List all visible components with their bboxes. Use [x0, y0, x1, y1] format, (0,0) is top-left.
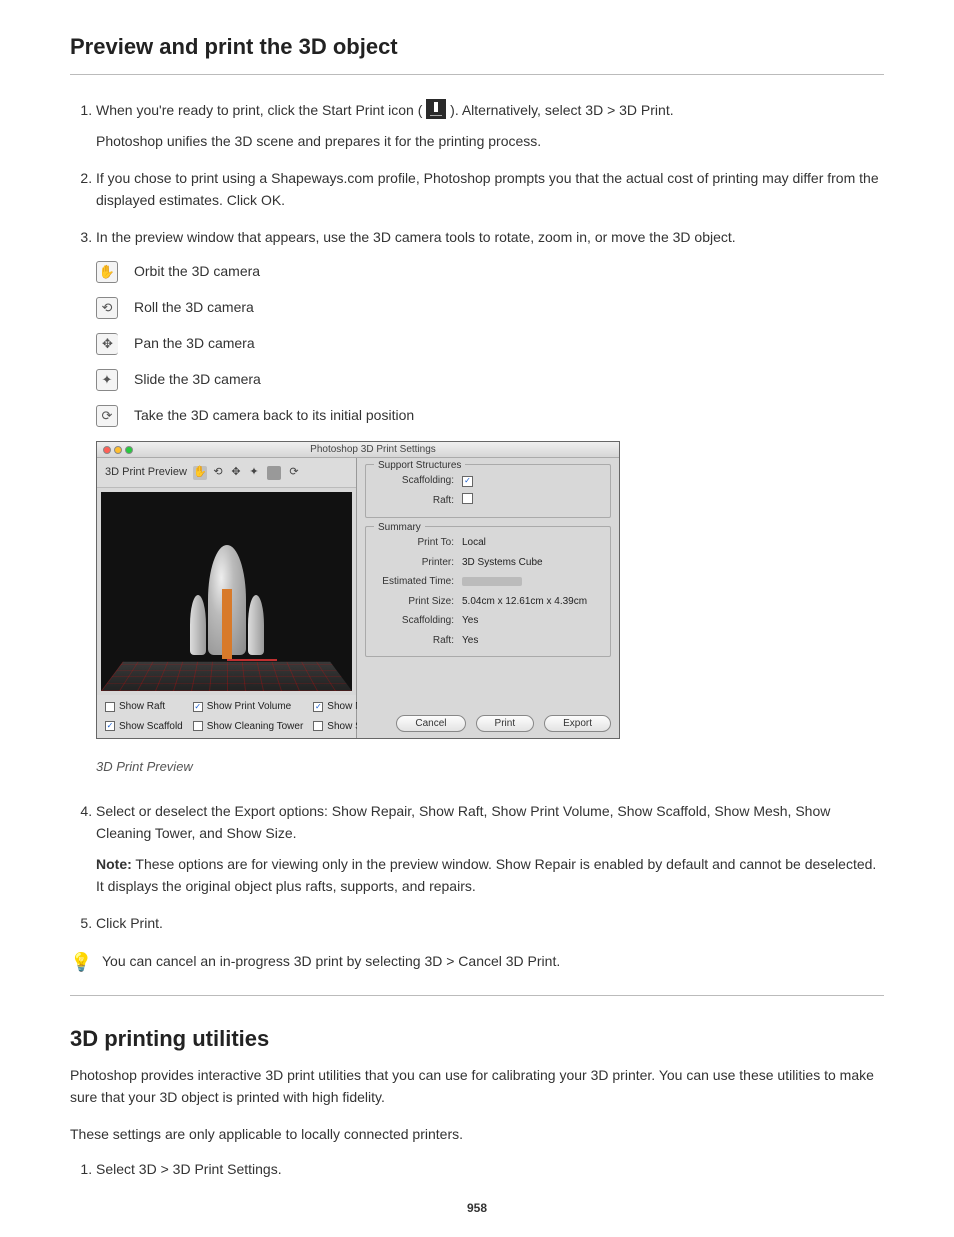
estimated-time-progress — [462, 577, 522, 586]
sum-size-v: 5.04cm x 12.61cm x 4.39cm — [462, 594, 602, 610]
sum-scaff-v: Yes — [462, 613, 602, 629]
note-body: These options are for viewing only in th… — [96, 856, 876, 894]
section-2-intro: Photoshop provides interactive 3D print … — [70, 1064, 884, 1109]
sum-raft-v: Yes — [462, 633, 602, 649]
dialog-title: Photoshop 3D Print Settings — [133, 442, 613, 458]
tip-text: You can cancel an in-progress 3D print b… — [102, 951, 560, 973]
tb-pan-icon[interactable]: ✥ — [229, 466, 243, 480]
summary-group-title: Summary — [374, 520, 425, 536]
step-3-text: In the preview window that appears, use … — [96, 229, 736, 245]
minimize-icon[interactable] — [114, 446, 122, 454]
step-1-pre: When you're ready to print, click the St… — [96, 102, 422, 118]
preview-toolbar: 3D Print Preview ✋ ⟲ ✥ ✦ ⟳ — [97, 458, 356, 488]
sum-scaff-k: Scaffolding: — [374, 613, 454, 629]
divider-2 — [70, 995, 884, 996]
sum-printer-k: Printer: — [374, 555, 454, 571]
tool-pan: ✥ Pan the 3D camera — [96, 333, 884, 355]
orbit-camera-icon: ✋ — [96, 261, 118, 283]
sum-size-k: Print Size: — [374, 594, 454, 610]
step-1-note: Photoshop unifies the 3D scene and prepa… — [96, 130, 884, 152]
tool-pan-label: Pan the 3D camera — [134, 333, 255, 355]
summary-group: Summary Print To: Local Printer: 3D Syst… — [365, 526, 611, 657]
section-2-title: 3D printing utilities — [70, 1026, 884, 1052]
step-3: In the preview window that appears, use … — [96, 227, 884, 777]
tb-orbit-icon[interactable]: ✋ — [193, 466, 207, 480]
toolbar-separator — [267, 466, 281, 480]
raft-checkbox[interactable] — [462, 493, 473, 504]
cb-show-raft[interactable]: Show Raft — [105, 699, 183, 715]
tool-slide: ✦ Slide the 3D camera — [96, 369, 884, 391]
step-1: When you're ready to print, click the St… — [96, 99, 884, 152]
s2-step-1: Select 3D > 3D Print Settings. — [96, 1159, 884, 1181]
scaffolding-label: Scaffolding: — [374, 473, 454, 489]
tip-row: 💡 You can cancel an in-progress 3D print… — [70, 951, 884, 973]
cb-show-cleaning-tower[interactable]: Show Cleaning Tower — [193, 719, 304, 735]
close-icon[interactable] — [103, 446, 111, 454]
sum-est-k: Estimated Time: — [374, 574, 454, 590]
dialog-buttons: Cancel Print Export — [365, 707, 611, 732]
section-2-intro2: These settings are only applicable to lo… — [70, 1123, 884, 1145]
print-settings-dialog: Photoshop 3D Print Settings 3D Print Pre… — [96, 441, 620, 739]
preview-viewport[interactable] — [101, 492, 352, 691]
support-group-title: Support Structures — [374, 458, 465, 474]
support-group: Support Structures Scaffolding: ✓ Raft: — [365, 464, 611, 518]
roll-camera-icon: ⟲ — [96, 297, 118, 319]
step-4-text: Select or deselect the Export options: S… — [96, 803, 830, 841]
pan-camera-icon: ✥ — [96, 333, 118, 355]
tool-orbit: ✋ Orbit the 3D camera — [96, 261, 884, 283]
steps-list: When you're ready to print, click the St… — [70, 99, 884, 935]
tb-slide-icon[interactable]: ✦ — [247, 466, 261, 480]
sum-printer-v: 3D Systems Cube — [462, 555, 602, 571]
cb-show-scaffold[interactable]: ✓Show Scaffold — [105, 719, 183, 735]
export-button[interactable]: Export — [544, 715, 611, 732]
page-number: 958 — [0, 1201, 954, 1215]
step-1-post: ). Alternatively, select 3D > 3D Print. — [450, 102, 673, 118]
section-title: Preview and print the 3D object — [70, 34, 884, 60]
tool-slide-label: Slide the 3D camera — [134, 369, 261, 391]
scaffolding-checkbox[interactable]: ✓ — [462, 476, 473, 487]
raft-label: Raft: — [374, 493, 454, 509]
sum-raft-k: Raft: — [374, 633, 454, 649]
print-button[interactable]: Print — [476, 715, 535, 732]
preview-toolbar-label: 3D Print Preview — [105, 464, 187, 481]
tool-roll: ⟲ Roll the 3D camera — [96, 297, 884, 319]
start-print-icon — [426, 99, 446, 119]
camera-tools-list: ✋ Orbit the 3D camera ⟲ Roll the 3D came… — [96, 261, 884, 427]
sum-print-to-v: Local — [462, 535, 602, 551]
tool-orbit-label: Orbit the 3D camera — [134, 261, 260, 283]
divider — [70, 74, 884, 75]
sum-est-v — [462, 577, 602, 586]
rocket-model — [208, 545, 246, 655]
step-5: Click Print. — [96, 913, 884, 935]
cb-show-print-volume[interactable]: ✓Show Print Volume — [193, 699, 304, 715]
reset-camera-icon: ⟳ — [96, 405, 118, 427]
zoom-icon[interactable] — [125, 446, 133, 454]
sum-print-to-k: Print To: — [374, 535, 454, 551]
preview-toggles: Show Raft ✓Show Print Volume ✓Show Mesh … — [97, 695, 356, 738]
tb-roll-icon[interactable]: ⟲ — [211, 466, 225, 480]
tool-reset-label: Take the 3D camera back to its initial p… — [134, 405, 414, 427]
section-2-list: Select 3D > 3D Print Settings. — [70, 1159, 884, 1181]
screenshot-caption: 3D Print Preview — [96, 757, 884, 777]
tip-icon: 💡 — [70, 951, 88, 973]
tool-reset: ⟳ Take the 3D camera back to its initial… — [96, 405, 884, 427]
tb-reset-icon[interactable]: ⟳ — [287, 466, 301, 480]
slide-camera-icon: ✦ — [96, 369, 118, 391]
step-2: If you chose to print using a Shapeways.… — [96, 168, 884, 211]
cancel-button[interactable]: Cancel — [396, 715, 465, 732]
step-4: Select or deselect the Export options: S… — [96, 801, 884, 897]
tool-roll-label: Roll the 3D camera — [134, 297, 254, 319]
note-label: Note: — [96, 856, 132, 872]
traffic-lights[interactable] — [103, 446, 133, 454]
dialog-titlebar: Photoshop 3D Print Settings — [97, 442, 619, 458]
